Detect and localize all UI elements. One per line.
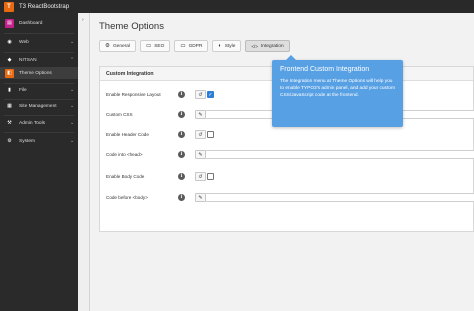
main-content: Theme Options ⚙ General ▭ SEO ▭ GDPR ◐ S… [90,13,474,311]
contrast-icon: ◐ [218,43,222,49]
field-label: Custom CSS [106,112,133,117]
sidebar-item-admin-tools[interactable]: ⚒ Admin Tools ⌄ [0,117,78,129]
chevron-down-icon: ⌄ [70,103,75,109]
sidebar-item-label: File [19,87,27,93]
admin-tools-icon: ⚒ [7,120,12,126]
edit-button[interactable]: ✎ [195,110,206,119]
chevron-down-icon: ⌄ [70,39,75,45]
field-label: Enable Body Code [106,174,145,179]
sidebar-divider [4,52,74,53]
module-menu-toggle[interactable]: › [78,13,90,311]
sidebar-item-file[interactable]: ▮ File ⌄ [0,84,78,96]
sidebar-divider [4,115,74,116]
edit-button[interactable]: ✎ [195,150,206,159]
chevron-down-icon: ⌄ [70,120,75,126]
reset-button[interactable]: ↺ [195,130,206,139]
sidebar-item-dashboard[interactable]: ▤ Dashboard [0,17,78,29]
sidebar-item-web[interactable]: ◉ Web ⌄ [0,36,78,48]
gdpr-icon: ▭ [180,43,186,49]
enable-body-code-checkbox[interactable] [207,173,214,180]
sidebar-item-label: Site Management [19,103,57,109]
field-label: Enable Header Code [106,132,149,137]
top-bar: T T3 ReactBootstrap [0,0,474,13]
field-label: Code into <head> [106,152,143,157]
tab-gdpr[interactable]: ▭ GDPR [174,40,209,52]
sidebar-divider [4,33,74,34]
theme-options-icon: ◧ [5,68,14,78]
tab-seo[interactable]: ▭ SEO [140,40,171,52]
chevron-up-icon: ⌃ [70,57,75,63]
logo-glyph: T [7,3,11,10]
info-icon[interactable]: i [178,91,185,98]
nitsan-icon: ◆ [7,57,12,63]
sidebar-divider [4,132,74,133]
info-icon[interactable]: i [178,151,185,158]
code-icon: </> [251,43,258,49]
chevron-right-icon: › [82,17,84,23]
globe-icon: ◉ [7,39,12,45]
system-icon: ⚙ [7,138,12,144]
enable-responsive-layout-checkbox[interactable]: ✓ [207,91,214,98]
reset-button[interactable]: ↺ [195,90,206,99]
undo-icon: ↺ [198,91,203,98]
info-icon[interactable]: i [178,131,185,138]
info-icon[interactable]: i [178,111,185,118]
dashboard-icon: ▤ [5,18,14,28]
field-label: Code before <body> [106,195,148,200]
sidebar-item-label: Admin Tools [19,120,46,126]
sitemap-icon: ▦ [7,103,12,109]
field-label: Enable Responsive Layout [106,92,161,97]
head-code-field[interactable] [206,150,474,159]
chevron-down-icon: ⌄ [70,138,75,144]
undo-icon: ↺ [198,173,203,180]
enable-header-code-checkbox[interactable] [207,131,214,138]
tab-label: SEO [154,43,165,49]
tab-bar: ⚙ General ▭ SEO ▭ GDPR ◐ Style </> Integ… [99,40,290,52]
site-name[interactable]: T3 ReactBootstrap [19,4,69,10]
sidebar-item-nitsan[interactable]: ◆ NITSAN ⌃ [0,54,78,66]
tab-general[interactable]: ⚙ General [99,40,137,52]
pencil-icon: ✎ [198,111,203,118]
chevron-down-icon: ⌄ [70,87,75,93]
sidebar-item-label: Dashboard [19,20,43,26]
tab-label: GDPR [188,43,203,49]
undo-icon: ↺ [198,131,203,138]
integration-tooltip: Frontend Custom Integration The Integrat… [272,55,403,127]
tab-integration[interactable]: </> Integration [245,40,290,52]
sidebar-item-label: Web [19,39,29,45]
edit-button[interactable]: ✎ [195,193,206,202]
typo3-logo[interactable]: T [4,1,14,12]
sidebar-item-label: Theme Options [19,70,52,76]
info-icon[interactable]: i [178,173,185,180]
sidebar-item-site-management[interactable]: ▦ Site Management ⌄ [0,100,78,112]
seo-icon: ▭ [146,43,152,49]
sidebar-item-label: System [19,138,35,144]
tooltip-title: Frontend Custom Integration [280,66,370,73]
sidebar-item-theme-options[interactable]: ◧ Theme Options [0,67,78,79]
page-title: Theme Options [99,21,164,32]
body-code-field[interactable] [206,193,474,202]
tooltip-body: The Integration menu at Theme Options wi… [280,79,395,98]
pencil-icon: ✎ [198,151,203,158]
tab-label: General [112,43,131,49]
file-icon: ▮ [8,87,11,93]
reset-button[interactable]: ↺ [195,172,206,181]
tab-style[interactable]: ◐ Style [212,40,242,52]
pencil-icon: ✎ [198,194,203,201]
info-icon[interactable]: i [178,194,185,201]
sidebar-item-system[interactable]: ⚙ System ⌄ [0,135,78,147]
tab-label: Style [224,43,236,49]
tab-label: Integration [260,43,284,49]
sidebar: ▤ Dashboard ◉ Web ⌄ ◆ NITSAN ⌃ ◧ Theme O… [0,13,78,311]
sidebar-item-label: NITSAN [19,57,37,63]
gear-icon: ⚙ [105,43,110,49]
